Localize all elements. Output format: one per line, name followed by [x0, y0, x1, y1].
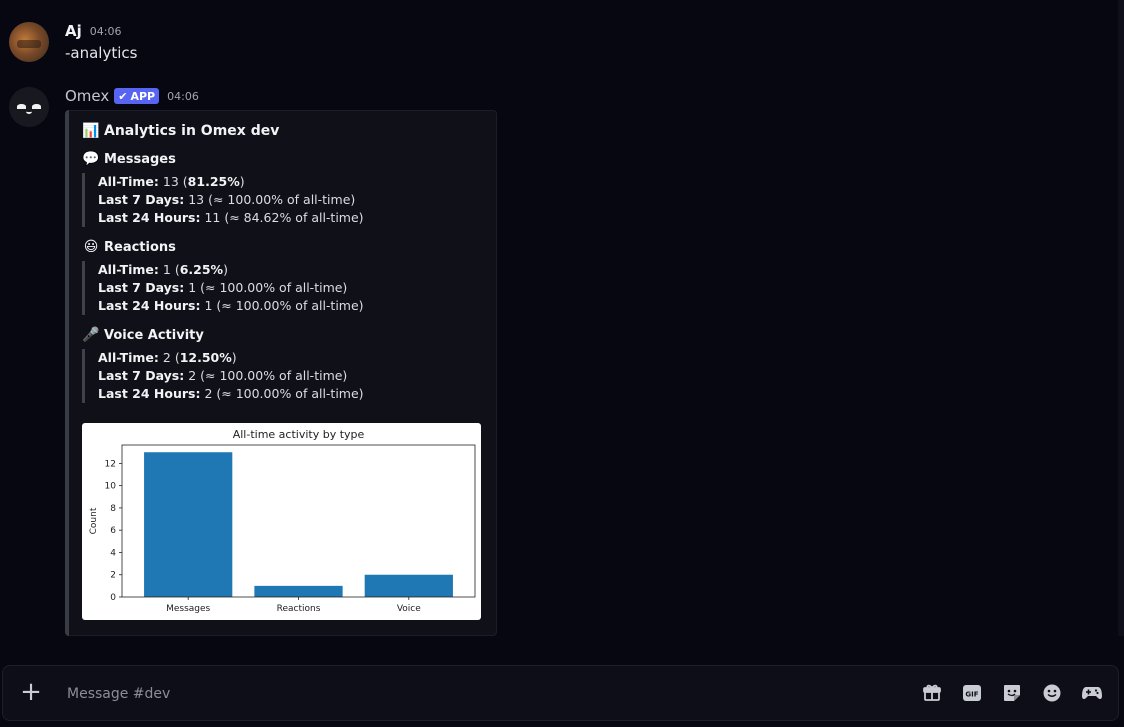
embed-title-text: Analytics in Omex dev: [104, 123, 280, 139]
gift-icon[interactable]: [921, 682, 943, 704]
section-title: Reactions: [104, 239, 176, 255]
chart-bar-reactions: [254, 585, 343, 597]
app-badge-label: APP: [130, 89, 156, 103]
section-title: Messages: [104, 151, 176, 167]
avatar[interactable]: [9, 22, 49, 62]
analytics-embed: 📊 Analytics in Omex dev 💬 Messages All-T…: [65, 110, 497, 636]
avatar[interactable]: [9, 87, 49, 127]
microphone-icon: 🎤: [82, 327, 100, 343]
y-tick-label: 12: [105, 459, 116, 469]
stat-last-24-hours: Last 24 Hours: 1 (≈ 100.00% of all-time): [98, 298, 364, 313]
section-title: Voice Activity: [104, 327, 204, 343]
section-messages-heading: 💬 Messages: [82, 151, 176, 167]
timestamp: 04:06: [167, 89, 199, 103]
chart-bar-messages: [144, 452, 233, 597]
y-tick-label: 8: [110, 504, 116, 514]
x-tick-label: Reactions: [277, 604, 321, 614]
stat-last-7-days: Last 7 Days: 1 (≈ 100.00% of all-time): [98, 280, 348, 295]
stat-last-7-days: Last 7 Days: 2 (≈ 100.00% of all-time): [98, 368, 348, 383]
emoji-icon[interactable]: [1041, 682, 1063, 704]
y-tick-label: 2: [110, 571, 116, 581]
sticker-icon[interactable]: [1001, 682, 1023, 704]
message-header: Aj 04:06: [65, 22, 121, 40]
game-controller-icon[interactable]: [1081, 682, 1103, 704]
chart-bar-voice: [364, 574, 453, 597]
section-reactions-heading: 😃 Reactions: [82, 239, 176, 255]
y-tick-label: 0: [110, 593, 116, 603]
app-badge: ✔ APP: [114, 88, 160, 104]
plus-icon[interactable]: +: [19, 679, 43, 705]
stat-last-7-days: Last 7 Days: 13 (≈ 100.00% of all-time): [98, 192, 356, 207]
y-tick-label: 6: [110, 526, 116, 536]
y-tick-label: 4: [110, 548, 116, 558]
svg-text:GIF: GIF: [965, 691, 978, 699]
message-content: -analytics: [65, 44, 138, 62]
stat-last-24-hours: Last 24 Hours: 2 (≈ 100.00% of all-time): [98, 386, 364, 401]
activity-bar-chart: All-time activity by type Messages Reactio…: [89, 428, 476, 614]
stat-last-24-hours: Last 24 Hours: 11 (≈ 84.62% of all-time): [98, 210, 364, 225]
username[interactable]: Aj: [65, 22, 82, 40]
smiley-icon: 😃: [83, 239, 99, 255]
section-voice-heading: 🎤 Voice Activity: [82, 327, 204, 343]
checkmark-icon: ✔: [118, 89, 128, 103]
message-composer: + GIF: [2, 665, 1119, 721]
chart-title: All-time activity by type: [233, 428, 365, 441]
stat-all-time: All-Time: 1 (6.25%): [98, 262, 228, 277]
speech-bubble-icon: 💬: [82, 151, 100, 167]
gif-icon[interactable]: GIF: [961, 682, 983, 704]
message-header: Omex ✔ APP 04:06: [65, 87, 199, 105]
section-reactions-stats: All-Time: 1 (6.25%) Last 7 Days: 1 (≈ 10…: [82, 261, 442, 315]
timestamp: 04:06: [89, 24, 122, 38]
activity-chart-image[interactable]: All-time activity by type Messages Reactio…: [82, 423, 481, 620]
stat-all-time: All-Time: 2 (12.50%): [98, 350, 237, 365]
stat-all-time: All-Time: 13 (81.25%): [98, 174, 245, 189]
scrollbar-track[interactable]: [1118, 0, 1124, 636]
avatar-eye: [32, 104, 41, 109]
username[interactable]: Omex: [65, 87, 109, 105]
bar-chart-icon: 📊: [82, 123, 100, 139]
embed-accent-bar: [65, 110, 69, 636]
section-messages-stats: All-Time: 13 (81.25%) Last 7 Days: 13 (≈…: [82, 173, 442, 227]
embed-title: 📊 Analytics in Omex dev: [82, 123, 279, 139]
avatar-eye: [17, 104, 26, 109]
x-tick-label: Messages: [166, 604, 210, 614]
y-axis-label: Count: [89, 507, 99, 534]
avatar-mouth: [26, 109, 32, 114]
section-voice-stats: All-Time: 2 (12.50%) Last 7 Days: 2 (≈ 1…: [82, 349, 442, 403]
message-input[interactable]: [65, 680, 889, 708]
x-tick-label: Voice: [397, 604, 421, 614]
y-tick-label: 10: [105, 482, 117, 492]
